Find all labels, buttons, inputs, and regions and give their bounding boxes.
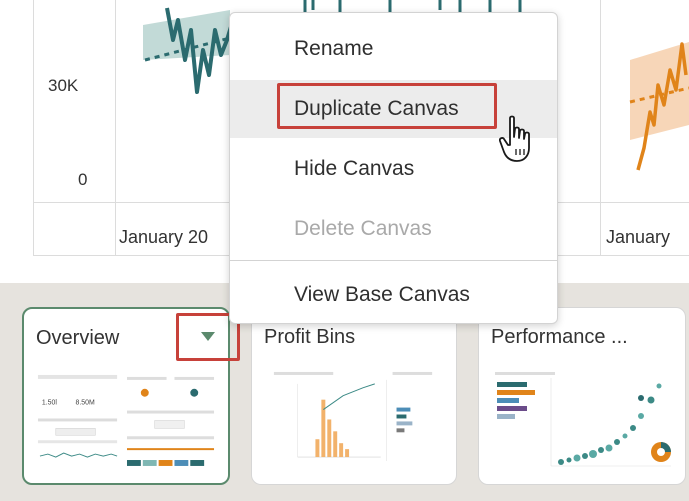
menu-item-label: Hide Canvas — [294, 157, 415, 180]
performance-thumbnail — [495, 372, 671, 467]
overview-thumbnail: 1.50l 8.50M — [36, 371, 218, 470]
menu-item-view-base-canvas[interactable]: View Base Canvas — [230, 266, 557, 324]
menu-item-label: Rename — [294, 37, 374, 60]
menu-separator — [230, 260, 557, 261]
orange-line-chart — [629, 42, 689, 171]
profit-bins-thumbnail — [273, 371, 433, 461]
canvas-tab-performance[interactable]: Performance ... — [478, 307, 686, 485]
menu-item-label: Duplicate Canvas — [294, 97, 459, 120]
thumbnail-kpi-1: 1.50l — [42, 400, 57, 407]
canvas-tab-title: Profit Bins — [264, 326, 356, 348]
x-tick-label: January 20 — [119, 227, 209, 247]
thumbnail-kpi-2: 8.50M — [76, 400, 95, 407]
menu-item-label: Delete Canvas — [294, 217, 432, 240]
y-tick-label: 0 — [78, 170, 88, 189]
caret-down-icon — [201, 332, 215, 341]
canvas-context-menu: Rename Duplicate Canvas Hide Canvas Dele… — [229, 12, 558, 324]
menu-item-label: View Base Canvas — [294, 283, 470, 306]
canvas-tab-title: Performance ... — [491, 326, 628, 348]
y-tick-label: 30K — [48, 76, 79, 95]
canvas-tab-profit-bins[interactable]: Profit Bins — [251, 307, 457, 485]
hand-pointer-icon — [499, 115, 530, 162]
menu-item-rename[interactable]: Rename — [230, 20, 557, 78]
teal-line-chart — [143, 7, 235, 94]
x-tick-label: January — [606, 227, 671, 247]
menu-item-delete-canvas: Delete Canvas — [230, 200, 557, 258]
canvas-tab-title: Overview — [36, 327, 120, 349]
